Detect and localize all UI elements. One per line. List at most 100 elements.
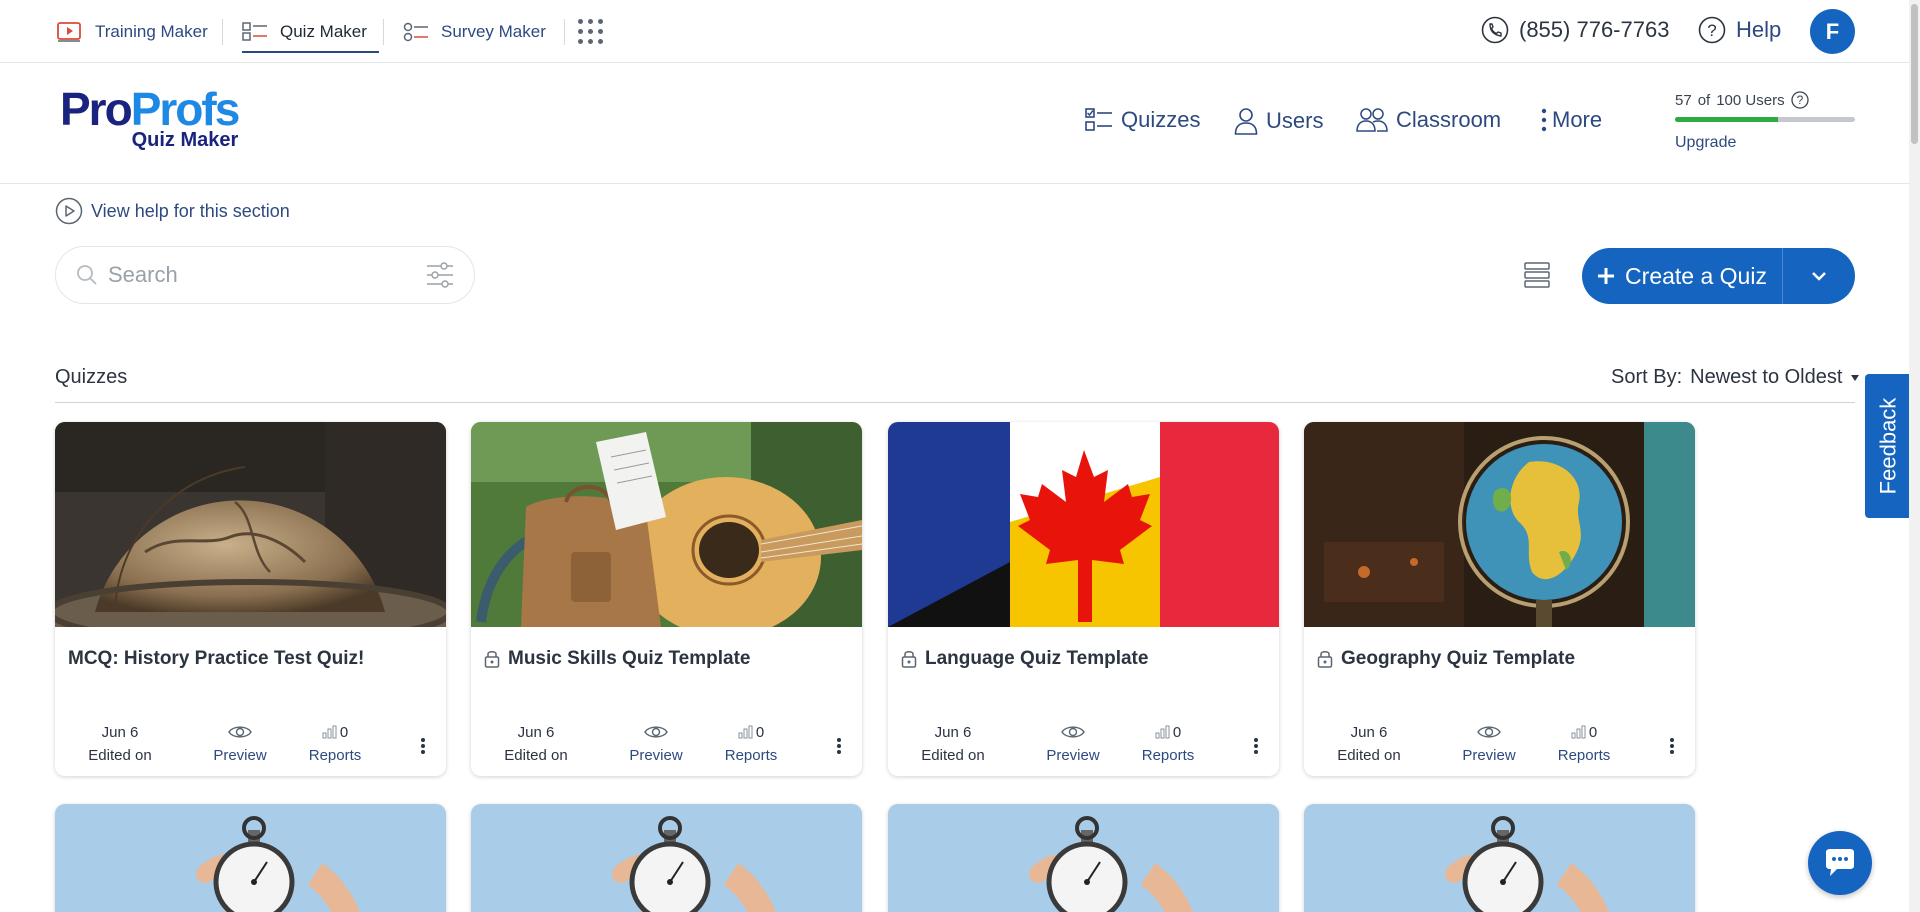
bar-chart-icon [322,725,337,739]
search-input[interactable] [108,262,418,288]
chat-bubble-icon [1826,849,1854,876]
preview-label: Preview [213,747,267,764]
nav-quizzes[interactable]: Quizzes [1085,107,1200,133]
kebab-icon [1541,108,1547,132]
help-icon[interactable]: ? [1790,91,1809,109]
card-menu-icon[interactable] [1669,737,1675,755]
product-label: Training Maker [95,21,208,41]
users-used: 57 [1675,91,1692,109]
reports-action[interactable]: 0 Reports [295,721,375,765]
page-scrollbar[interactable] [1909,0,1920,912]
search-box [55,246,475,304]
bar-chart-icon [1155,725,1170,739]
stopwatch-thumbnail [612,816,776,912]
nav-users[interactable]: Users [1234,107,1323,135]
nav-label: Classroom [1396,107,1502,132]
quiz-title-text: Geography Quiz Template [1341,648,1576,669]
svg-text:?: ? [1707,21,1716,40]
edited-on: Jun 6 Edited on [501,721,571,765]
reports-action[interactable]: 0 Reports [1128,721,1208,765]
edited-on: Jun 6 Edited on [85,721,155,765]
view-help-label: View help for this section [91,200,290,221]
reports-label: Reports [724,747,778,764]
filter-sliders-icon[interactable] [426,261,454,289]
reports-label: Reports [1557,747,1611,764]
quiz-title-text: Language Quiz Template [925,648,1149,669]
quiz-card[interactable]: Language Quiz Template Jun 6 Edited on P… [888,422,1279,776]
card-menu-icon[interactable] [836,737,842,755]
phone-number: (855) 776-7763 [1519,17,1670,42]
apps-grid-icon[interactable] [578,19,604,45]
svg-text:?: ? [1796,93,1803,107]
logo-pro: Pro [60,83,133,135]
chat-button[interactable] [1808,831,1872,895]
support-phone[interactable]: (855) 776-7763 [1481,16,1669,44]
quiz-card[interactable]: Geography Quiz Template Jun 6 Edited on … [1304,422,1695,776]
quiz-meta: Jun 6 Edited on Preview 0 Reports [471,721,862,771]
quiz-title[interactable]: MCQ: History Practice Test Quiz! [68,648,364,670]
quiz-card[interactable] [888,804,1279,912]
list-view-toggle[interactable] [1524,262,1550,293]
quiz-thumbnail-guitar[interactable] [471,422,862,627]
preview-label: Preview [1462,747,1516,764]
stopwatch-thumbnail [196,816,360,912]
sort-dropdown[interactable]: Sort By: Newest to Oldest [1611,366,1860,389]
reports-label: Reports [308,747,362,764]
divider [383,19,384,45]
quiz-card[interactable]: MCQ: History Practice Test Quiz! Jun 6 E… [55,422,446,776]
create-quiz-label: Create a Quiz [1625,262,1767,289]
quiz-thumbnail-world-globe[interactable] [1304,422,1695,627]
preview-action[interactable]: Preview [205,721,275,764]
quiz-meta: Jun 6 Edited on Preview 0 Reports [888,721,1279,771]
nav-label: More [1552,107,1603,132]
card-menu-icon[interactable] [420,737,426,755]
quiz-thumbnail-globe[interactable] [55,422,446,627]
quiz-title-text: Music Skills Quiz Template [508,648,751,669]
reports-label: Reports [1141,747,1195,764]
product-survey-maker[interactable]: Survey Maker [403,0,546,63]
quiz-list-icon [1085,108,1112,131]
product-quiz-maker[interactable]: Quiz Maker [242,0,379,63]
divider [222,19,223,45]
nav-classroom[interactable]: Classroom [1356,107,1501,133]
preview-action[interactable]: Preview [621,721,691,764]
lock-icon [901,651,917,668]
user-avatar[interactable]: F [1810,9,1855,54]
quiz-card[interactable] [471,804,862,912]
scrollbar-thumb[interactable] [1911,4,1918,144]
feedback-tab[interactable]: Feedback [1865,374,1911,518]
preview-action[interactable]: Preview [1038,721,1108,764]
section-divider [55,402,1855,403]
help-link[interactable]: ? Help [1698,16,1781,44]
view-help-link[interactable]: View help for this section [55,197,290,225]
nav-label: Users [1266,108,1324,133]
quiz-list-icon [242,21,267,41]
quiz-title[interactable]: Language Quiz Template [901,648,1148,670]
create-quiz-dropdown[interactable] [1783,248,1855,304]
quiz-thumbnail-flags[interactable] [888,422,1279,627]
reports-action[interactable]: 0 Reports [1544,721,1624,765]
users-meter: 57 of 100 Users ? Upgrade [1675,91,1855,152]
quiz-title[interactable]: Geography Quiz Template [1317,648,1575,670]
quiz-card[interactable]: Music Skills Quiz Template Jun 6 Edited … [471,422,862,776]
nav-more[interactable]: More [1540,107,1602,133]
create-quiz-button[interactable]: Create a Quiz [1582,248,1783,304]
quiz-card[interactable] [55,804,446,912]
card-menu-icon[interactable] [1253,737,1259,755]
product-training-maker[interactable]: Training Maker [57,0,208,63]
users-of: of [1697,91,1711,109]
play-circle-icon [55,197,83,225]
preview-action[interactable]: Preview [1454,721,1524,764]
product-label: Quiz Maker [280,21,367,41]
section-title: Quizzes [55,366,128,388]
quiz-title[interactable]: Music Skills Quiz Template [484,648,751,670]
bar-chart-icon [738,725,753,739]
proprofs-logo[interactable]: ProProfs Quiz Maker [60,86,240,152]
quiz-card[interactable] [1304,804,1695,912]
search-icon [77,265,97,285]
chevron-down-icon [1812,272,1826,281]
upgrade-link[interactable]: Upgrade [1675,134,1855,152]
edited-date: Jun 6 [101,723,139,741]
reports-action[interactable]: 0 Reports [711,721,791,765]
reports-count: 0 [755,723,765,741]
